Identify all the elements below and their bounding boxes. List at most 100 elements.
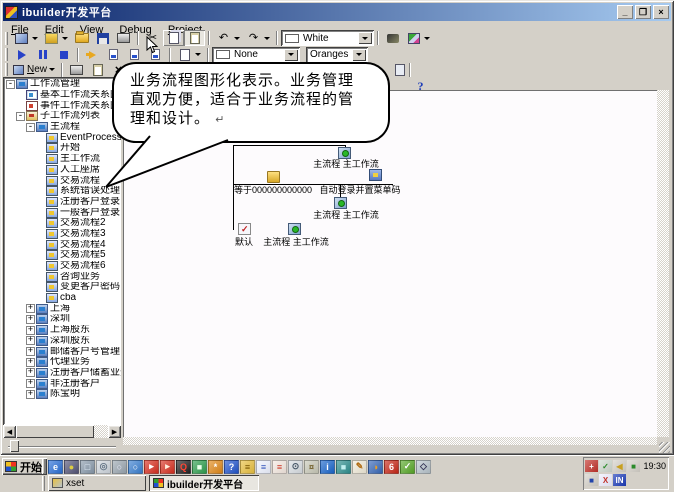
scroll-track[interactable]: [94, 425, 108, 438]
ime-in-icon[interactable]: IN: [613, 474, 626, 486]
open-button[interactable]: [71, 30, 92, 46]
tree-item[interactable]: 基本工作流关系图: [4, 90, 121, 101]
expand-icon[interactable]: +: [26, 358, 35, 367]
tree-item[interactable]: -主流程: [4, 122, 121, 133]
title-bar[interactable]: ibuilder开发平台 _ ❐ ×: [3, 3, 671, 21]
monitor-icon[interactable]: □: [80, 460, 95, 474]
fill-color-combo[interactable]: White: [281, 30, 374, 46]
folder-search-icon[interactable]: ≡: [240, 460, 255, 474]
expand-icon[interactable]: +: [26, 390, 35, 399]
toolbar-grip[interactable]: [5, 63, 8, 76]
zoom-slider-thumb[interactable]: [10, 440, 19, 452]
tree-item[interactable]: -工作流管理: [4, 79, 121, 90]
tree-item[interactable]: 人工座席: [4, 165, 121, 176]
taskband-handle[interactable]: [42, 476, 45, 491]
tree-item[interactable]: +邮储客户号管理: [4, 346, 121, 357]
tree-item[interactable]: +注册客户储蓄业务: [4, 368, 121, 379]
taskbar-window-xset[interactable]: xset: [48, 475, 146, 491]
tool-orange-icon[interactable]: *: [208, 460, 223, 474]
paste-button[interactable]: [184, 30, 205, 46]
view-mode-button[interactable]: [174, 47, 195, 63]
tree-item[interactable]: 咨询业务: [4, 271, 121, 282]
tree-item[interactable]: 交易流程3: [4, 229, 121, 240]
wizard-dropdown-icon[interactable]: [424, 37, 430, 40]
tree-item[interactable]: +陈宝明: [4, 389, 121, 400]
expand-icon[interactable]: +: [26, 347, 35, 356]
globe-blue-icon[interactable]: ○: [128, 460, 143, 474]
tree-item[interactable]: 开始: [4, 143, 121, 154]
tree-item[interactable]: +深圳股东: [4, 336, 121, 347]
tree-item[interactable]: 主工作流: [4, 154, 121, 165]
scheme-combo-dropdown-icon[interactable]: [352, 49, 366, 61]
expand-icon[interactable]: +: [26, 379, 35, 388]
tree-item[interactable]: EventProcess: [4, 132, 121, 143]
canvas-vscrollbar[interactable]: [657, 90, 669, 437]
globe-orange-icon[interactable]: ◑: [368, 460, 383, 474]
expand-icon[interactable]: +: [26, 368, 35, 377]
tree-item[interactable]: 变更客户密码: [4, 282, 121, 293]
scroll-thumb[interactable]: [16, 425, 94, 438]
media-red-2-icon[interactable]: ▸: [160, 460, 175, 474]
collapse-icon[interactable]: -: [6, 80, 15, 89]
flow-autologin-icon[interactable]: [369, 169, 382, 181]
flow-node-process-icon[interactable]: [288, 223, 301, 235]
expand-icon[interactable]: +: [26, 326, 35, 335]
tree-item[interactable]: +上海股东: [4, 325, 121, 336]
flow-node-process-icon[interactable]: [334, 197, 347, 209]
properties-button[interactable]: [389, 62, 410, 78]
search-gray-icon[interactable]: ◇: [416, 460, 431, 474]
scroll-left-icon[interactable]: ◀: [3, 425, 16, 438]
wizard-button[interactable]: [403, 30, 424, 46]
monitor-green-icon[interactable]: ■: [192, 460, 207, 474]
tree-item[interactable]: 事件工作流关系图: [4, 100, 121, 111]
sync-green-icon[interactable]: ✓: [599, 460, 612, 472]
tree-item[interactable]: +非注册客户: [4, 378, 121, 389]
help-blue-icon[interactable]: ?: [224, 460, 239, 474]
flag-green-icon[interactable]: ■: [627, 460, 640, 472]
pad-green-icon[interactable]: ✓: [400, 460, 415, 474]
redo-dropdown-icon[interactable]: [264, 37, 270, 40]
tree-item[interactable]: 交易流程5: [4, 250, 121, 261]
color-scheme-combo[interactable]: Oranges: [306, 47, 368, 63]
keys-icon[interactable]: ¤: [304, 460, 319, 474]
expand-icon[interactable]: +: [26, 304, 35, 313]
restore-button[interactable]: ❐: [635, 5, 651, 19]
redo-button[interactable]: ↷: [243, 30, 264, 46]
globe-dark-icon[interactable]: ●: [64, 460, 79, 474]
tree-item[interactable]: 注册客户登录: [4, 197, 121, 208]
view-mode-dropdown-icon[interactable]: [195, 53, 201, 56]
resize-grip[interactable]: [659, 442, 670, 453]
minimize-button[interactable]: _: [617, 5, 633, 19]
print-button[interactable]: [113, 30, 134, 46]
quicklaunch-handle[interactable]: [42, 459, 45, 474]
page-red-icon[interactable]: ≡: [272, 460, 287, 474]
agent-red-icon[interactable]: +: [585, 460, 598, 472]
flow-condition-folder-icon[interactable]: [267, 171, 280, 183]
new-item-dropdown-icon[interactable]: [49, 68, 55, 71]
paste-special-button[interactable]: [87, 62, 108, 78]
flow-default-icon[interactable]: [238, 223, 251, 235]
search-tool-button[interactable]: [382, 30, 403, 46]
undo-dropdown-icon[interactable]: [234, 37, 240, 40]
line-style-combo[interactable]: None: [212, 47, 300, 63]
tree-item[interactable]: 交易流程2: [4, 218, 121, 229]
tree-hscrollbar[interactable]: ◀ ▶: [3, 425, 121, 438]
ie-icon[interactable]: e: [48, 460, 63, 474]
info-blue-icon[interactable]: i: [320, 460, 335, 474]
taskbar-window-ibuilder[interactable]: ibuilder开发平台: [149, 475, 259, 491]
volume-icon[interactable]: ◀: [613, 460, 626, 472]
cd-icon[interactable]: ◎: [96, 460, 111, 474]
print-view-button[interactable]: [66, 62, 87, 78]
tree-item[interactable]: 系统错误处理: [4, 186, 121, 197]
toolbar-grip[interactable]: [5, 32, 8, 45]
ball-red-icon[interactable]: 6: [384, 460, 399, 474]
fill-combo-dropdown-icon[interactable]: [358, 32, 372, 44]
tree-item[interactable]: 交易流程6: [4, 261, 121, 272]
new-item-button[interactable]: New: [11, 62, 49, 78]
new-component-button[interactable]: [41, 30, 62, 46]
tree-item[interactable]: -子工作流列表: [4, 111, 121, 122]
flow-node-process-icon[interactable]: [338, 147, 351, 159]
qq-icon[interactable]: Q: [176, 460, 191, 474]
expand-icon[interactable]: +: [26, 336, 35, 345]
save-button[interactable]: [92, 30, 113, 46]
